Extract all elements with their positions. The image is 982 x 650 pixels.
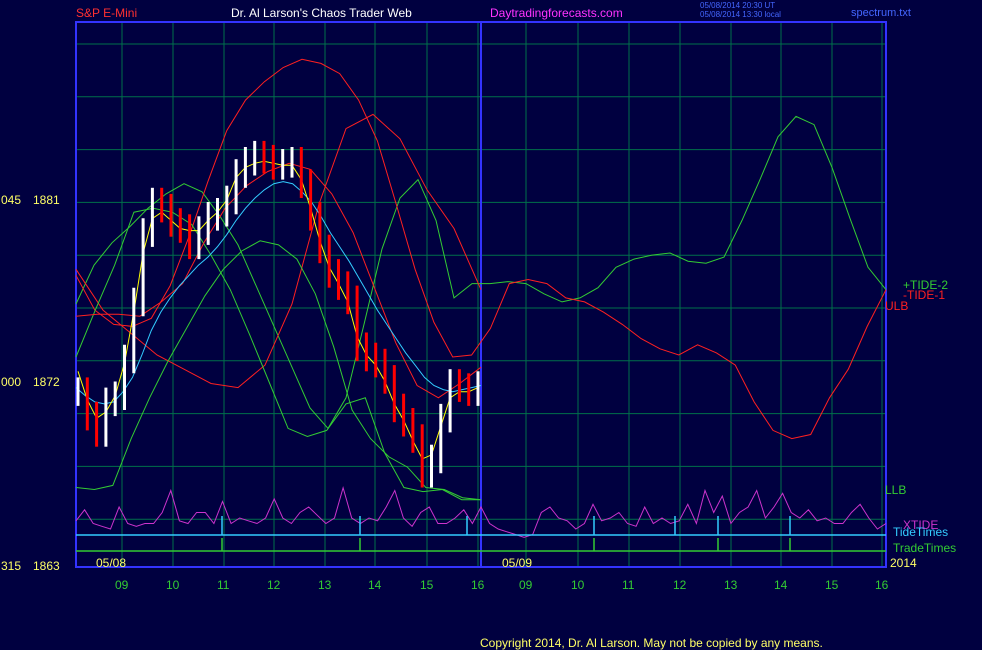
y-tick-left-1872: 000 xyxy=(1,375,22,389)
y-tick-value-1881: 1881 xyxy=(33,193,60,207)
price-bars-layer xyxy=(76,140,480,488)
chart-canvas xyxy=(75,21,887,568)
day-label-2: 05/09 xyxy=(502,556,533,570)
x-tick-d2-14: 14 xyxy=(774,578,788,592)
data-file-name: spectrum.txt xyxy=(851,7,911,19)
year-label: 2014 xyxy=(890,556,917,570)
x-tick-d2-11: 11 xyxy=(622,578,635,592)
y-tick-left-1881: 045 xyxy=(1,193,22,207)
label-trade-times: TradeTimes xyxy=(893,541,957,555)
chart-frame xyxy=(75,21,887,568)
green-hump-line xyxy=(75,240,482,501)
x-tick-d1-13: 13 xyxy=(318,578,332,592)
y-tick-value-1872: 1872 xyxy=(33,375,60,389)
x-tick-d1-15: 15 xyxy=(420,578,434,592)
x-tick-d2-12: 12 xyxy=(673,578,687,592)
x-tick-d1-16: 16 xyxy=(471,578,485,592)
timestamp-ut: 05/08/2014 20:30 UT xyxy=(700,1,776,10)
x-tick-d2-16: 16 xyxy=(875,578,889,592)
site-title: Dr. Al Larson's Chaos Trader Web xyxy=(231,6,412,20)
red-hump-line xyxy=(75,162,482,399)
upper-band-line xyxy=(75,113,482,389)
label-tide-1: -TIDE-1 xyxy=(903,288,945,302)
x-tick-d1-11: 11 xyxy=(217,578,230,592)
timestamp-local: 05/08/2014 13:30 local xyxy=(700,10,781,19)
x-tick-d1-14: 14 xyxy=(368,578,382,592)
label-lower-band: LLB xyxy=(885,483,907,497)
y-tick-value-1863: 1863 xyxy=(33,559,60,573)
x-tick-d2-10: 10 xyxy=(571,578,585,592)
x-tick-d1-10: 10 xyxy=(166,578,180,592)
x-tick-d2-13: 13 xyxy=(724,578,738,592)
label-tide-times: TideTimes xyxy=(893,525,949,539)
x-tick-d1-12: 12 xyxy=(267,578,281,592)
x-tick-d2-15: 15 xyxy=(825,578,839,592)
label-upper-band: ULB xyxy=(885,299,909,313)
site-url-link[interactable]: Daytradingforecasts.com xyxy=(490,6,623,20)
x-tick-d1-09: 09 xyxy=(115,578,129,592)
day-label-1: 05/08 xyxy=(96,556,127,570)
y-tick-left-1863: 315 xyxy=(1,559,22,573)
fast-moving-average-line xyxy=(77,160,479,460)
copyright-notice: Copyright 2014, Dr. Al Larson. May not b… xyxy=(480,636,823,650)
x-tick-d2-09: 09 xyxy=(519,578,533,592)
instrument-title: S&P E-Mini xyxy=(76,6,138,20)
